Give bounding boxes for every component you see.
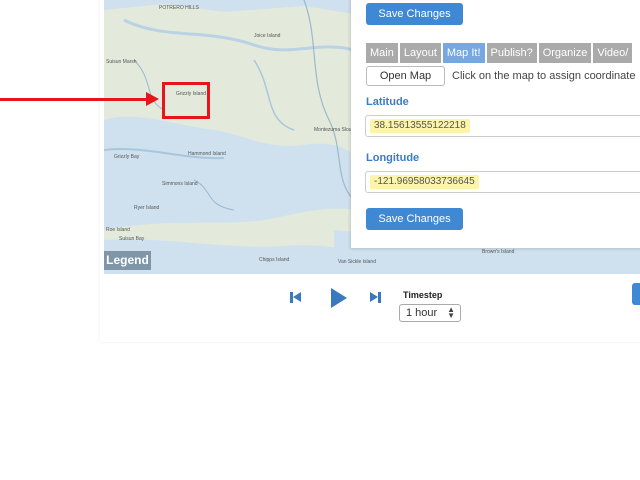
tab-bar: Main Layout Map It! Publish? Organize Vi… (366, 43, 634, 63)
latitude-field[interactable]: 38.15613555122218 (365, 115, 640, 137)
annotation-arrow-shaft (0, 98, 152, 101)
map-label: Ryer Island (134, 205, 160, 211)
latitude-value: 38.15613555122218 (370, 119, 470, 133)
tab-publish[interactable]: Publish? (486, 43, 537, 63)
legend-button[interactable]: Legend (104, 251, 151, 270)
annotation-arrow-icon (146, 92, 159, 106)
longitude-field[interactable]: -121.96958033736645 (365, 171, 640, 193)
save-changes-button-bottom[interactable]: Save Changes (366, 208, 463, 230)
right-action-button[interactable] (632, 283, 640, 305)
open-map-button[interactable]: Open Map (366, 66, 445, 86)
skip-back-icon-arrow[interactable] (293, 292, 301, 302)
map-label: Chipps Island (259, 257, 290, 263)
latitude-label: Latitude (366, 96, 409, 108)
skip-forward-icon[interactable] (378, 292, 381, 303)
longitude-value: -121.96958033736645 (370, 175, 479, 189)
map-label: Joice Island (254, 33, 281, 39)
play-icon[interactable] (331, 288, 347, 308)
timestep-select[interactable]: 1 hour ▲ ▼ (399, 304, 461, 322)
timestep-label: Timestep (403, 290, 443, 300)
map-label: Van Sickle Island (338, 259, 376, 265)
tab-layout[interactable]: Layout (399, 43, 441, 63)
map-label: Grizzly Bay (114, 154, 140, 160)
skip-forward-icon-arrow[interactable] (370, 292, 378, 302)
tab-map-it[interactable]: Map It! (442, 43, 485, 63)
map-label: Hammond Island (188, 151, 226, 157)
map-label: Simmons Island (162, 181, 198, 187)
timestep-value: 1 hour (406, 307, 438, 319)
map-label: Brown's Island (482, 249, 515, 255)
select-updown-icon: ▲ ▼ (447, 305, 455, 320)
longitude-label: Longitude (366, 152, 420, 164)
map-label: Suisun Bay (119, 236, 145, 242)
tab-video[interactable]: Video/ (593, 43, 633, 63)
map-label: Roe Island (106, 227, 130, 233)
annotation-highlight-box (162, 82, 210, 119)
tab-organize[interactable]: Organize (538, 43, 592, 63)
map-label: Suisun Marsh (106, 59, 137, 65)
save-changes-button-top[interactable]: Save Changes (366, 3, 463, 25)
map-label: POTRERO HILLS (159, 5, 200, 11)
tab-main[interactable]: Main (366, 43, 398, 63)
map-hint-text: Click on the map to assign coordinate (452, 70, 636, 82)
